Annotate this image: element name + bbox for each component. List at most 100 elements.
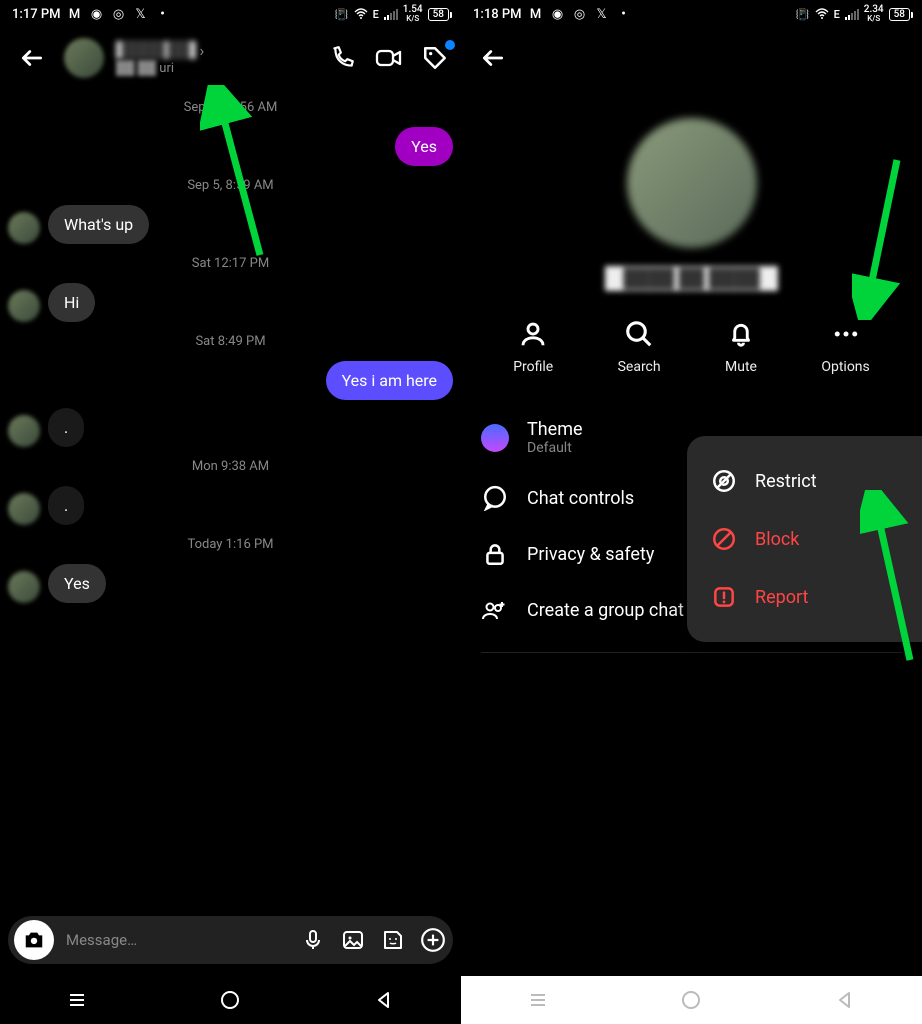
timestamp: Sat 12:17 PM	[8, 256, 453, 271]
call-button[interactable]	[329, 44, 357, 72]
sent-message[interactable]: Yes i am here	[326, 361, 453, 400]
timestamp: Sat 8:49 PM	[8, 334, 453, 349]
restrict-icon	[711, 468, 737, 494]
setting-title: Chat controls	[527, 488, 634, 509]
popup-label: Block	[755, 529, 799, 550]
network-label: E	[373, 8, 379, 21]
nav-back-button[interactable]	[364, 980, 404, 1020]
gmail-icon: M	[528, 6, 544, 22]
timestamp: Mon 9:38 AM	[8, 459, 453, 474]
person-icon	[518, 319, 548, 349]
action-label: Profile	[513, 359, 553, 375]
more-dot-icon: •	[155, 6, 171, 22]
block-option[interactable]: Block	[697, 510, 912, 568]
message-row: .	[8, 408, 453, 447]
setting-title: Theme	[527, 419, 583, 440]
x-icon: 𝕏	[133, 6, 149, 22]
received-message[interactable]: What's up	[48, 205, 149, 244]
message-row: Yes	[8, 564, 453, 603]
avatar[interactable]	[8, 493, 40, 525]
gallery-button[interactable]	[339, 926, 367, 954]
gmail-icon: M	[67, 6, 83, 22]
setting-sub: Default	[527, 440, 583, 456]
add-button[interactable]	[419, 926, 447, 954]
search-action[interactable]: Search	[618, 319, 661, 375]
messenger-icon: ◉	[89, 6, 105, 22]
wifi-icon	[815, 8, 829, 20]
net-unit: K/S	[867, 15, 880, 23]
action-row: Profile Search Mute Options	[461, 291, 922, 395]
action-label: Options	[821, 359, 869, 375]
report-icon	[711, 584, 737, 610]
signal-icon	[845, 8, 859, 20]
tag-button[interactable]	[421, 44, 449, 72]
options-icon	[831, 319, 861, 349]
status-time: 1:18 PM	[473, 7, 522, 22]
timestamp: Sep 5, 8:59 AM	[8, 178, 453, 193]
search-icon	[624, 319, 654, 349]
net-unit: K/S	[406, 15, 419, 23]
recents-button[interactable]	[518, 980, 558, 1020]
setting-title: Privacy & safety	[527, 544, 654, 565]
vibrate-icon: 📳	[335, 8, 349, 21]
video-button[interactable]	[375, 44, 403, 72]
avatar[interactable]	[8, 290, 40, 322]
avatar[interactable]	[64, 38, 104, 78]
sent-message[interactable]: Yes	[395, 127, 453, 166]
received-message[interactable]: .	[48, 486, 84, 525]
signal-icon	[384, 8, 398, 20]
profile-action[interactable]: Profile	[513, 319, 553, 375]
group-add-icon	[481, 596, 509, 624]
mic-button[interactable]	[299, 926, 327, 954]
message-row: Hi	[8, 283, 453, 322]
message-row: Yes i am here	[8, 361, 453, 400]
chat-title-area[interactable]: ████ ██› ██ ██ uri	[116, 41, 317, 76]
back-button[interactable]	[473, 38, 513, 78]
x-icon: 𝕏	[594, 6, 610, 22]
options-action[interactable]: Options	[821, 319, 869, 375]
battery-icon: 58	[428, 8, 449, 21]
status-bar: 1:18 PM M ◉ ◎ 𝕏 • 📳 E 2.34 K/S 58	[461, 0, 922, 28]
received-message[interactable]: .	[48, 408, 84, 447]
instagram-icon: ◎	[572, 6, 588, 22]
profile-avatar[interactable]	[627, 118, 757, 248]
setting-title: Create a group chat	[527, 600, 684, 621]
message-row: What's up	[8, 205, 453, 244]
notification-dot	[445, 40, 455, 50]
restrict-option[interactable]: Restrict	[697, 452, 912, 510]
back-button[interactable]	[12, 38, 52, 78]
options-popup: Restrict Block Report	[687, 436, 922, 642]
received-message[interactable]: Yes	[48, 564, 106, 603]
received-message[interactable]: Hi	[48, 283, 95, 322]
action-label: Search	[618, 359, 661, 375]
message-input[interactable]: Message…	[66, 931, 287, 949]
sticker-button[interactable]	[379, 926, 407, 954]
theme-icon	[481, 424, 509, 452]
profile-name: ████ ██ ████	[605, 266, 777, 291]
timestamp: Today 1:16 PM	[8, 537, 453, 552]
wifi-icon	[354, 8, 368, 20]
divider	[481, 652, 902, 653]
avatar[interactable]	[8, 415, 40, 447]
header-sub: uri	[159, 61, 174, 76]
mute-action[interactable]: Mute	[725, 319, 757, 375]
status-bar: 1:17 PM M ◉ ◎ 𝕏 • 📳 E 1.54 K/S 58	[0, 0, 461, 28]
timestamp: Sep 1, 12:56 AM	[8, 100, 453, 115]
avatar[interactable]	[8, 212, 40, 244]
block-icon	[711, 526, 737, 552]
nav-back-button[interactable]	[825, 980, 865, 1020]
chat-icon	[481, 484, 509, 512]
bell-icon	[726, 319, 756, 349]
message-row: .	[8, 486, 453, 525]
camera-button[interactable]	[14, 920, 54, 960]
recents-button[interactable]	[57, 980, 97, 1020]
popup-label: Report	[755, 587, 808, 608]
avatar[interactable]	[8, 571, 40, 603]
message-row: Yes	[8, 127, 453, 166]
home-button[interactable]	[210, 980, 250, 1020]
message-list[interactable]: Sep 1, 12:56 AM Yes Sep 5, 8:59 AM What'…	[0, 100, 461, 603]
home-button[interactable]	[671, 980, 711, 1020]
network-label: E	[834, 8, 840, 21]
chat-header: ████ ██› ██ ██ uri	[0, 28, 461, 88]
report-option[interactable]: Report	[697, 568, 912, 626]
